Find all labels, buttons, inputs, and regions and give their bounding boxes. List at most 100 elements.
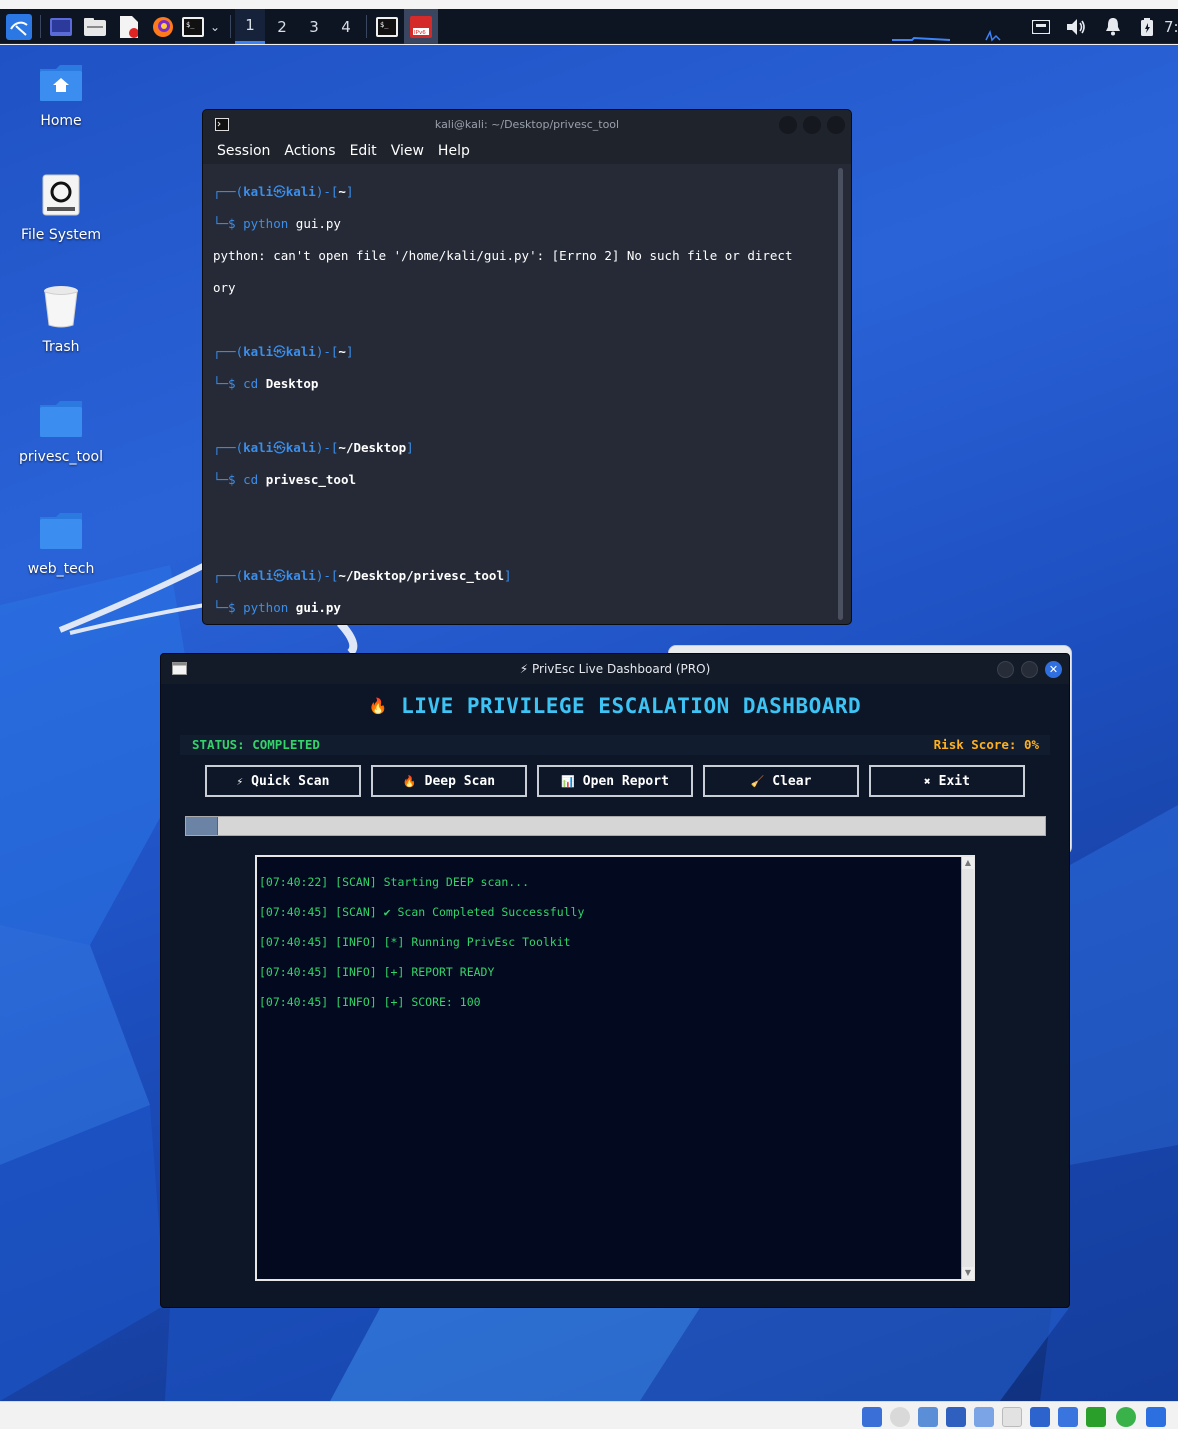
optical-drive-icon[interactable] (890, 1407, 910, 1427)
network-adapter-icon[interactable] (946, 1407, 966, 1427)
menu-actions[interactable]: Actions (284, 140, 335, 164)
log-scrollbar[interactable]: ▲ ▼ (961, 857, 974, 1279)
menu-session[interactable]: Session (217, 140, 270, 164)
net-graph-icon (982, 9, 1002, 44)
log-panel[interactable]: [07:40:22] [SCAN] Starting DEEP scan... … (255, 855, 975, 1281)
button-label: Clear (772, 773, 812, 789)
terminal-titlebar[interactable]: kali@kali: ~/Desktop/privesc_tool (203, 110, 851, 140)
shared-folder-icon[interactable] (1002, 1407, 1022, 1427)
recording-icon[interactable] (1058, 1407, 1078, 1427)
minimize-button[interactable] (779, 116, 797, 134)
guest-additions-icon[interactable] (1116, 1407, 1136, 1427)
desktop-icon-web-tech[interactable]: web_tech (8, 509, 114, 577)
svg-text:$_: $_ (380, 21, 389, 29)
workspace-4[interactable]: 4 (331, 9, 361, 44)
log-line: [07:40:45] [SCAN] ✔ Scan Completed Succe… (259, 905, 585, 919)
menu-edit[interactable]: Edit (350, 140, 377, 164)
taskbar-ipv6-app-icon[interactable]: IPv6 (404, 9, 438, 44)
text-editor-icon[interactable] (116, 9, 142, 44)
log-line: [07:40:45] [INFO] [*] Running PrivEsc To… (259, 935, 571, 949)
scroll-up-arrow-icon[interactable]: ▲ (962, 857, 974, 869)
clock-text: 7: (1164, 17, 1178, 36)
button-label: Exit (938, 773, 970, 789)
hard-disk-icon[interactable] (862, 1407, 882, 1427)
broom-icon: 🧹 (750, 774, 765, 788)
file-manager-icon[interactable] (82, 9, 108, 44)
kali-menu-icon[interactable] (4, 9, 34, 44)
prompt-line: ┌──(kali㉿kali)-[~/Desktop] (213, 440, 414, 455)
top-panel: $_ ⌄ 1 2 3 4 $_ IPv6 7: (0, 9, 1178, 44)
desktop-icon-label: web_tech (27, 561, 95, 577)
vm-status-bar (0, 1401, 1178, 1429)
maximize-button[interactable] (1021, 661, 1038, 678)
volume-icon[interactable] (1066, 9, 1088, 44)
heading-text: LIVE PRIVILEGE ESCALATION DASHBOARD (401, 694, 862, 718)
show-desktop-icon[interactable] (48, 9, 74, 44)
close-button[interactable]: ✕ (1045, 661, 1062, 678)
desktop-icon-label: privesc_tool (19, 449, 103, 465)
progress-fill (186, 817, 218, 835)
terminal-output[interactable]: ┌──(kali㉿kali)-[~] └─$ python gui.py pyt… (203, 164, 833, 624)
close-button[interactable] (827, 116, 845, 134)
dashboard-title: ⚡ PrivEsc Live Dashboard (PRO) (519, 662, 711, 676)
battery-icon[interactable] (1136, 9, 1158, 44)
fire-icon: 🔥 (368, 697, 388, 715)
exit-button[interactable]: ✖ Exit (869, 765, 1025, 797)
desktop-icon-label: Trash (42, 339, 80, 355)
svg-text:IPv6: IPv6 (414, 30, 426, 36)
workspace-label: 1 (245, 16, 255, 34)
log-line: [07:40:45] [INFO] [+] REPORT READY (259, 965, 495, 979)
terminal-title: kali@kali: ~/Desktop/privesc_tool (434, 118, 620, 131)
scroll-down-arrow-icon[interactable]: ▼ (962, 1267, 974, 1279)
notifications-bell-icon[interactable] (1102, 9, 1124, 44)
dashboard-heading: 🔥 LIVE PRIVILEGE ESCALATION DASHBOARD (161, 694, 1069, 718)
command-line: └─$ python gui.py (213, 600, 341, 615)
workspace-3[interactable]: 3 (299, 9, 329, 44)
taskbar-terminal-icon[interactable]: $_ (374, 9, 400, 44)
clock[interactable]: 7: (1164, 9, 1178, 44)
trash-icon (44, 286, 78, 328)
display-icon[interactable] (1030, 1407, 1050, 1427)
command-line: └─$ cd Desktop (213, 376, 319, 391)
output-line: ory (213, 280, 236, 295)
desktop-icon-home[interactable]: Home (8, 61, 114, 129)
workspace-label: 2 (277, 17, 287, 36)
log-line: [07:40:22] [SCAN] Starting DEEP scan... (259, 875, 530, 889)
quick-scan-button[interactable]: ⚡ Quick Scan (205, 765, 361, 797)
menu-view[interactable]: View (391, 140, 424, 164)
terminal-window: kali@kali: ~/Desktop/privesc_tool Sessio… (202, 109, 852, 625)
firefox-icon[interactable] (150, 9, 176, 44)
clear-button[interactable]: 🧹 Clear (703, 765, 859, 797)
download-arrow-icon[interactable] (1146, 1407, 1166, 1427)
command-line: └─$ python gui.py (213, 216, 341, 231)
status-bar: STATUS: COMPLETED Risk Score: 0% (180, 735, 1050, 755)
open-report-button[interactable]: 📊 Open Report (537, 765, 693, 797)
desktop-icon-label: File System (20, 227, 102, 243)
maximize-button[interactable] (803, 116, 821, 134)
top-strip (0, 0, 1178, 9)
drive-icon (42, 174, 80, 216)
network-icon[interactable] (1030, 9, 1052, 44)
terminal-launcher-icon[interactable]: $_ (180, 9, 206, 44)
workspace-1[interactable]: 1 (235, 9, 265, 44)
audio-icon[interactable] (918, 1407, 938, 1427)
menu-help[interactable]: Help (438, 140, 470, 164)
minimize-button[interactable] (997, 661, 1014, 678)
close-icon: ✕ (1048, 663, 1059, 676)
workspace-2[interactable]: 2 (267, 9, 297, 44)
desktop-icon-privesc-tool[interactable]: privesc_tool (8, 397, 114, 465)
terminal-scrollbar[interactable] (838, 168, 843, 620)
dashboard-titlebar[interactable]: ⚡ PrivEsc Live Dashboard (PRO) ✕ (161, 654, 1069, 684)
prompt-line: ┌──(kali㉿kali)-[~] (213, 344, 354, 359)
cpu-graph-icon (892, 9, 952, 44)
usb-icon[interactable] (974, 1407, 994, 1427)
svg-text:$_: $_ (186, 21, 195, 29)
deep-scan-button[interactable]: 🔥 Deep Scan (371, 765, 527, 797)
desktop-icon-trash[interactable]: Trash (8, 285, 114, 355)
desktop-icon-file-system[interactable]: File System (8, 173, 114, 243)
cpu-activity-icon[interactable] (1086, 1407, 1106, 1427)
folder-icon (40, 513, 82, 549)
chevron-down-icon[interactable]: ⌄ (206, 9, 224, 44)
status-label: STATUS: COMPLETED (192, 737, 320, 752)
lightning-icon: ⚡ (236, 774, 244, 788)
